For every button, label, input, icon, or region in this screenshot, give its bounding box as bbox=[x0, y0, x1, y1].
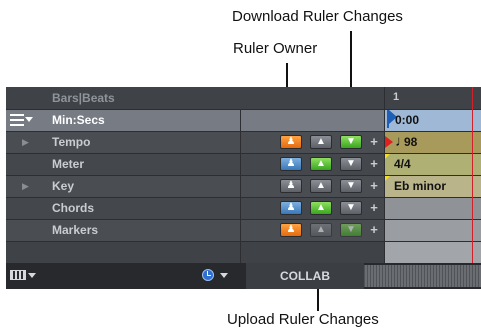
markers-upload-button[interactable]: ▲ bbox=[310, 223, 332, 237]
tempo-ruler-buttons: ♟ ▲ ▼ bbox=[280, 135, 368, 149]
ruler-name-tempo[interactable]: Tempo bbox=[52, 131, 90, 153]
markers-ruler-buttons: ♟ ▲ ▼ bbox=[280, 223, 368, 237]
arrow-down-icon: ▼ bbox=[346, 136, 356, 147]
row-divider bbox=[6, 197, 481, 198]
ruler-panel: Bars|Beats 1 Min:Secs 0:00 ▶ Tempo ♟ ▲ ▼… bbox=[6, 87, 481, 289]
collab-button[interactable]: COLLAB bbox=[246, 263, 364, 289]
ruler-name-bars-beats[interactable]: Bars|Beats bbox=[52, 87, 115, 109]
markers-timeline[interactable] bbox=[385, 219, 481, 241]
meter-upload-button[interactable]: ▲ bbox=[310, 157, 332, 171]
expand-triangle-icon[interactable]: ▶ bbox=[22, 175, 29, 197]
person-icon: ♟ bbox=[286, 224, 296, 235]
min-secs-timeline[interactable]: 0:00 bbox=[385, 109, 481, 131]
playhead-line[interactable] bbox=[472, 87, 473, 263]
download-ruler-changes-callout: Download Ruler Changes bbox=[232, 8, 403, 25]
arrow-down-icon: ▼ bbox=[346, 180, 356, 191]
ruler-row-key: ▶ Key ♟ ▲ ▼ + Eb minor bbox=[6, 175, 481, 197]
person-icon: ♟ bbox=[286, 202, 296, 213]
column-separator bbox=[240, 109, 241, 263]
meter-ruler-owner-button[interactable]: ♟ bbox=[280, 157, 302, 171]
row-divider bbox=[6, 109, 481, 110]
person-icon: ♟ bbox=[286, 180, 296, 191]
arrow-up-icon: ▲ bbox=[316, 158, 326, 169]
meter-timeline[interactable]: 4/4 bbox=[385, 153, 481, 175]
markers-ruler-owner-button[interactable]: ♟ bbox=[280, 223, 302, 237]
person-icon: ♟ bbox=[286, 136, 296, 147]
arrow-up-icon: ▲ bbox=[316, 180, 326, 191]
tempo-upload-button[interactable]: ▲ bbox=[310, 135, 332, 149]
meter-ruler-buttons: ♟ ▲ ▼ bbox=[280, 157, 368, 171]
tempo-timeline[interactable]: ♩ 98 bbox=[385, 131, 481, 153]
arrow-down-icon: ▼ bbox=[346, 158, 356, 169]
meter-value: 4/4 bbox=[394, 157, 411, 171]
tempo-event-marker-icon[interactable] bbox=[385, 136, 393, 148]
person-icon: ♟ bbox=[286, 158, 296, 169]
bars-beats-timeline[interactable]: 1 bbox=[385, 87, 481, 109]
add-chord-button[interactable]: + bbox=[368, 197, 380, 219]
chords-download-button[interactable]: ▼ bbox=[340, 201, 362, 215]
expand-triangle-icon[interactable]: ▶ bbox=[22, 131, 29, 153]
row-divider bbox=[6, 175, 481, 176]
ruler-row-meter: Meter ♟ ▲ ▼ + 4/4 bbox=[6, 153, 481, 175]
ruler-name-chords[interactable]: Chords bbox=[52, 197, 94, 219]
ruler-name-markers[interactable]: Markers bbox=[52, 219, 98, 241]
tempo-ruler-owner-button[interactable]: ♟ bbox=[280, 135, 302, 149]
empty-timeline bbox=[385, 241, 481, 263]
chords-ruler-buttons: ♟ ▲ ▼ bbox=[280, 201, 368, 215]
ruler-row-empty bbox=[6, 241, 481, 263]
ruler-name-meter[interactable]: Meter bbox=[52, 153, 84, 175]
ruler-row-markers: Markers ♟ ▲ ▼ + bbox=[6, 219, 481, 241]
chords-upload-button[interactable]: ▲ bbox=[310, 201, 332, 215]
chords-timeline[interactable] bbox=[385, 197, 481, 219]
key-download-button[interactable]: ▼ bbox=[340, 179, 362, 193]
arrow-up-icon: ▲ bbox=[316, 136, 326, 147]
ruler-name-min-secs[interactable]: Min:Secs bbox=[52, 109, 105, 131]
upload-ruler-changes-callout: Upload Ruler Changes bbox=[227, 311, 379, 328]
timeline-overview-strip bbox=[364, 265, 481, 287]
min-secs-start-label: 0:00 bbox=[395, 113, 420, 127]
row-divider bbox=[6, 153, 481, 154]
key-value: Eb minor bbox=[394, 179, 447, 193]
ruler-name-key[interactable]: Key bbox=[52, 175, 74, 197]
clock-menu-icon[interactable] bbox=[202, 269, 232, 283]
chords-ruler-owner-button[interactable]: ♟ bbox=[280, 201, 302, 215]
row-divider bbox=[6, 131, 481, 132]
add-marker-button[interactable]: + bbox=[368, 219, 380, 241]
ruler-row-tempo: ▶ Tempo ♟ ▲ ▼ + ♩ 98 bbox=[6, 131, 481, 153]
meter-download-button[interactable]: ▼ bbox=[340, 157, 362, 171]
ruler-row-min-secs: Min:Secs 0:00 bbox=[6, 109, 481, 131]
column-separator bbox=[384, 87, 385, 263]
add-meter-button[interactable]: + bbox=[368, 153, 380, 175]
tempo-download-button[interactable]: ▼ bbox=[340, 135, 362, 149]
row-divider bbox=[6, 219, 481, 220]
ruler-row-bars-beats: Bars|Beats 1 bbox=[6, 87, 481, 109]
arrow-up-icon: ▲ bbox=[316, 202, 326, 213]
arrow-down-icon: ▼ bbox=[346, 224, 356, 235]
arrow-up-icon: ▲ bbox=[316, 224, 326, 235]
key-upload-button[interactable]: ▲ bbox=[310, 179, 332, 193]
ruler-bottom-bar: COLLAB bbox=[6, 263, 481, 289]
ruler-layout-menu-icon[interactable] bbox=[10, 270, 36, 282]
key-ruler-buttons: ♟ ▲ ▼ bbox=[280, 179, 368, 193]
add-key-button[interactable]: + bbox=[368, 175, 380, 197]
tempo-value: 98 bbox=[404, 135, 418, 149]
key-timeline[interactable]: Eb minor bbox=[385, 175, 481, 197]
ruler-owner-callout: Ruler Owner bbox=[233, 40, 318, 57]
bar-number-label: 1 bbox=[393, 91, 400, 103]
ruler-row-chords: Chords ♟ ▲ ▼ + bbox=[6, 197, 481, 219]
key-ruler-owner-button[interactable]: ♟ bbox=[280, 179, 302, 193]
add-tempo-button[interactable]: + bbox=[368, 131, 380, 153]
markers-download-button[interactable]: ▼ bbox=[340, 223, 362, 237]
arrow-down-icon: ▼ bbox=[346, 202, 356, 213]
row-divider bbox=[6, 241, 481, 242]
ruler-view-menu-icon[interactable] bbox=[10, 114, 33, 126]
